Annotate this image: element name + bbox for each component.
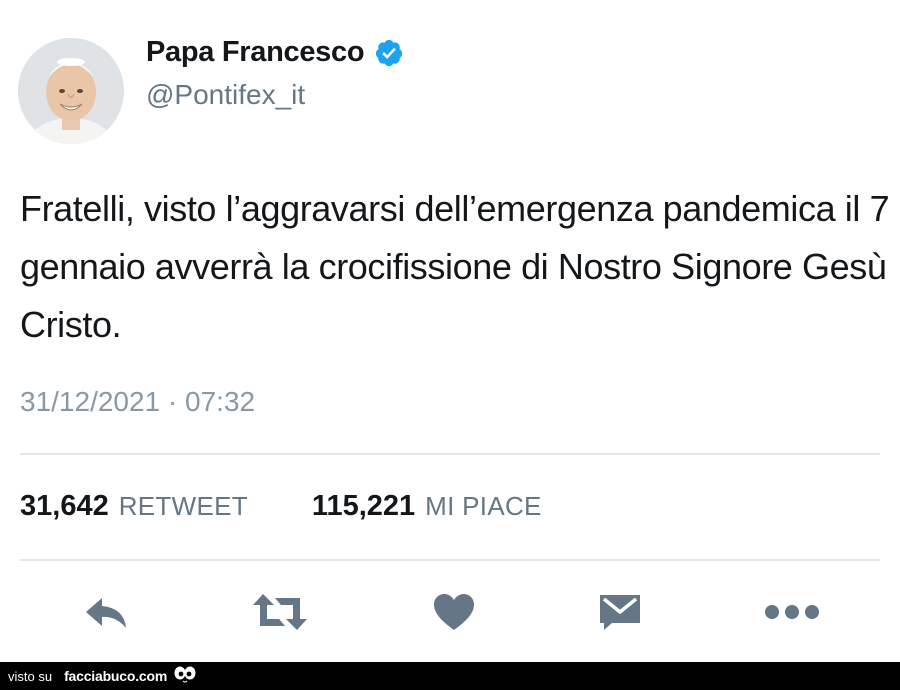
more-button[interactable]	[762, 590, 822, 634]
like-count: 115,221	[311, 490, 416, 522]
author-display-name[interactable]: Papa Francesco	[146, 36, 365, 69]
tweet-timestamp[interactable]: 31/12/2021 · 07:32	[20, 386, 255, 418]
avatar[interactable]	[18, 38, 124, 144]
verified-badge-icon	[374, 38, 404, 68]
retweet-count: 31,642	[20, 490, 109, 522]
tweet-card: Papa Francesco @Pontifex_it Fratelli, vi…	[0, 0, 900, 662]
reply-icon	[86, 598, 126, 628]
divider	[20, 453, 880, 455]
retweet-stat[interactable]: 31,642 RETWEET	[20, 490, 248, 523]
footer-prefix: visto su	[8, 668, 53, 684]
like-label: MI PIACE	[425, 491, 542, 521]
tweet-text: Fratelli, visto l’aggravarsi dell’emerge…	[20, 188, 890, 345]
eyes-logo-icon	[173, 665, 197, 688]
like-button[interactable]	[430, 590, 478, 634]
footer-site-link[interactable]: facciabuco.com	[64, 668, 167, 684]
more-dots-icon	[765, 605, 819, 619]
tweet-stats: 31,642 RETWEET 115,221 MI PIACE	[20, 490, 542, 523]
author-name-row[interactable]: Papa Francesco	[146, 36, 404, 69]
watermark-footer: visto su facciabuco.com	[0, 662, 900, 690]
retweet-icon	[253, 594, 307, 630]
divider	[20, 559, 880, 561]
avatar-photo-icon	[18, 38, 124, 144]
tweet-actions	[78, 590, 838, 634]
retweet-label: RETWEET	[118, 491, 248, 521]
message-button[interactable]	[596, 590, 644, 634]
heart-icon	[434, 594, 474, 630]
envelope-icon	[600, 595, 640, 630]
retweet-button[interactable]	[250, 590, 310, 634]
like-stat[interactable]: 115,221 MI PIACE	[312, 490, 542, 523]
author-handle[interactable]: @Pontifex_it	[146, 79, 305, 111]
reply-button[interactable]	[78, 590, 134, 634]
